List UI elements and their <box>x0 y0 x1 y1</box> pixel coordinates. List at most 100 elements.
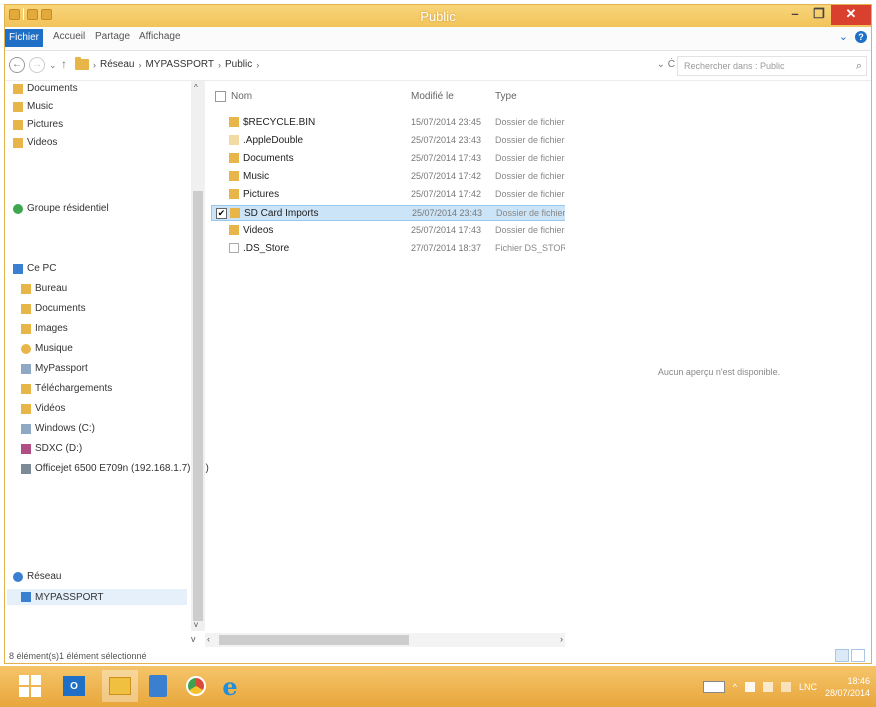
file-name: .AppleDouble <box>243 135 304 146</box>
search-input[interactable]: Rechercher dans : Public ⌕ <box>677 56 867 76</box>
chevron-up-icon[interactable]: ^ <box>733 682 737 692</box>
refresh-button[interactable]: ⌄ Ċ <box>657 59 675 70</box>
nav-item-officejet-z[interactable]: Officejet 6500 E709n (192.168.1.7) (Z:) <box>21 463 209 474</box>
scrollbar-thumb[interactable] <box>193 191 203 621</box>
select-all-checkbox[interactable] <box>215 91 226 102</box>
table-row[interactable]: Videos 25/07/2014 17:43 Dossier de fichi… <box>211 223 569 239</box>
file-type: Dossier de fichiers <box>495 153 570 163</box>
nav-scrollbar[interactable]: ^ v <box>191 81 205 631</box>
file-date: 15/07/2014 23:45 <box>411 117 482 127</box>
nav-item-pictures[interactable]: Pictures <box>13 119 63 130</box>
start-button[interactable] <box>12 670 48 702</box>
clock-date: 28/07/2014 <box>824 687 870 698</box>
nav-item-videos-pc[interactable]: Vidéos <box>21 403 65 414</box>
table-row[interactable]: .DS_Store 27/07/2014 18:37 Fichier DS_ST… <box>211 241 573 257</box>
recent-locations-icon[interactable]: ⌄ <box>49 60 57 71</box>
row-checkbox[interactable]: ✔ <box>216 208 227 219</box>
nav-item-label: Ce PC <box>27 263 57 274</box>
nav-item-mypassport-network[interactable]: MYPASSPORT <box>7 589 187 605</box>
scrollbar-thumb[interactable] <box>219 635 409 645</box>
windows-logo-icon <box>19 675 41 697</box>
table-row[interactable]: .AppleDouble 25/07/2014 23:43 Dossier de… <box>211 133 569 149</box>
tab-share[interactable]: Partage <box>95 31 130 42</box>
help-icon[interactable]: ? <box>855 31 867 43</box>
table-row[interactable]: Pictures 25/07/2014 17:42 Dossier de fic… <box>211 187 569 203</box>
preview-message: Aucun aperçu n'est disponible. <box>657 367 781 377</box>
nav-item-mypassport[interactable]: MyPassport <box>21 363 88 374</box>
table-row[interactable]: $RECYCLE.BIN 15/07/2014 23:45 Dossier de… <box>211 115 569 131</box>
nav-item-network[interactable]: Réseau <box>13 571 61 582</box>
downloads-icon <box>21 383 31 394</box>
input-language[interactable]: LNC <box>799 682 817 692</box>
breadcrumb-item[interactable]: MYPASSPORT <box>145 59 214 70</box>
tab-view[interactable]: Affichage <box>139 31 181 42</box>
breadcrumb[interactable]: › Réseau › MYPASSPORT › Public › <box>75 57 260 70</box>
outlook-taskbar-button[interactable]: O <box>56 670 92 702</box>
nav-item-this-pc[interactable]: Ce PC <box>13 263 56 274</box>
breadcrumb-item[interactable]: Public <box>225 59 252 70</box>
table-row[interactable]: Documents 25/07/2014 17:43 Dossier de fi… <box>211 151 570 167</box>
nav-item-documents-pc[interactable]: Documents <box>21 303 86 314</box>
nav-item-label: Musique <box>35 343 73 354</box>
column-header-modified[interactable]: Modifié le <box>411 91 454 102</box>
column-header-name[interactable]: Nom <box>231 91 252 102</box>
chrome-icon <box>186 676 206 696</box>
ribbon-tabs: Fichier Accueil Partage Affichage ⌄ ? <box>5 27 871 51</box>
large-icons-view-icon[interactable] <box>851 649 865 662</box>
clock[interactable]: 18:46 28/07/2014 <box>825 675 870 699</box>
close-button[interactable]: ✕ <box>831 5 871 25</box>
breadcrumb-item[interactable]: Réseau <box>100 59 134 70</box>
forward-button[interactable]: → <box>29 57 45 73</box>
nav-item-desktop[interactable]: Bureau <box>21 283 67 294</box>
file-explorer-taskbar-button[interactable] <box>102 670 138 702</box>
nav-item-videos[interactable]: Videos <box>13 137 57 148</box>
keyboard-icon[interactable] <box>702 680 725 693</box>
store-taskbar-button[interactable] <box>140 670 176 702</box>
internet-explorer-taskbar-button[interactable]: e <box>212 670 248 702</box>
folder-icon <box>229 225 239 235</box>
folder-icon <box>229 153 239 163</box>
tab-file[interactable]: Fichier <box>5 29 43 47</box>
chevron-right-icon: › <box>256 59 260 70</box>
nav-item-documents[interactable]: Documents <box>13 83 78 94</box>
file-name: .DS_Store <box>243 243 290 254</box>
nav-item-label: SDXC (D:) <box>35 443 83 454</box>
nav-item-homegroup[interactable]: Groupe résidentiel <box>13 203 109 214</box>
back-button[interactable]: ← <box>9 57 25 73</box>
scroll-down-icon[interactable]: v <box>194 620 198 629</box>
nav-item-label: Images <box>35 323 68 334</box>
nav-item-musique[interactable]: Musique <box>21 343 73 354</box>
details-view-icon[interactable] <box>835 649 849 662</box>
expand-ribbon-icon[interactable]: ⌄ <box>839 31 848 43</box>
scroll-right-icon[interactable]: › <box>560 634 563 644</box>
minimize-button[interactable]: – <box>783 5 807 25</box>
column-header-type[interactable]: Type <box>495 91 517 102</box>
documents-icon <box>21 303 31 314</box>
table-row-selected[interactable]: ✔ SD Card Imports 25/07/2014 23:43 Dossi… <box>211 205 570 221</box>
scroll-up-icon[interactable]: ^ <box>194 83 198 92</box>
folder-icon <box>109 677 131 695</box>
tab-home[interactable]: Accueil <box>53 31 85 42</box>
folder-icon <box>230 208 240 218</box>
volume-icon[interactable] <box>780 681 791 692</box>
file-name: Music <box>243 171 270 182</box>
flag-icon[interactable] <box>744 681 755 692</box>
nav-item-sdxc-d[interactable]: SDXC (D:) <box>21 443 82 454</box>
up-button[interactable]: ↑ <box>61 57 67 71</box>
nav-item-windows-c[interactable]: Windows (C:) <box>21 423 95 434</box>
file-name: $RECYCLE.BIN <box>243 117 316 128</box>
file-date: 25/07/2014 17:42 <box>411 171 482 181</box>
horizontal-scrollbar[interactable]: v ‹ › <box>191 633 565 647</box>
nav-item-downloads[interactable]: Téléchargements <box>21 383 112 394</box>
chevron-down-icon[interactable]: v <box>191 634 196 644</box>
nav-item-images[interactable]: Images <box>21 323 68 334</box>
maximize-button[interactable]: ❐ <box>807 5 831 25</box>
search-icon[interactable]: ⌕ <box>856 60 862 73</box>
table-row[interactable]: Music 25/07/2014 17:42 Dossier de fichie… <box>211 169 569 185</box>
chrome-taskbar-button[interactable] <box>178 670 214 702</box>
nav-item-music[interactable]: Music <box>13 101 53 112</box>
scroll-left-icon[interactable]: ‹ <box>207 634 210 644</box>
hard-drive-icon <box>21 423 31 434</box>
network-icon[interactable] <box>762 681 773 692</box>
file-date: 25/07/2014 17:43 <box>411 153 482 163</box>
